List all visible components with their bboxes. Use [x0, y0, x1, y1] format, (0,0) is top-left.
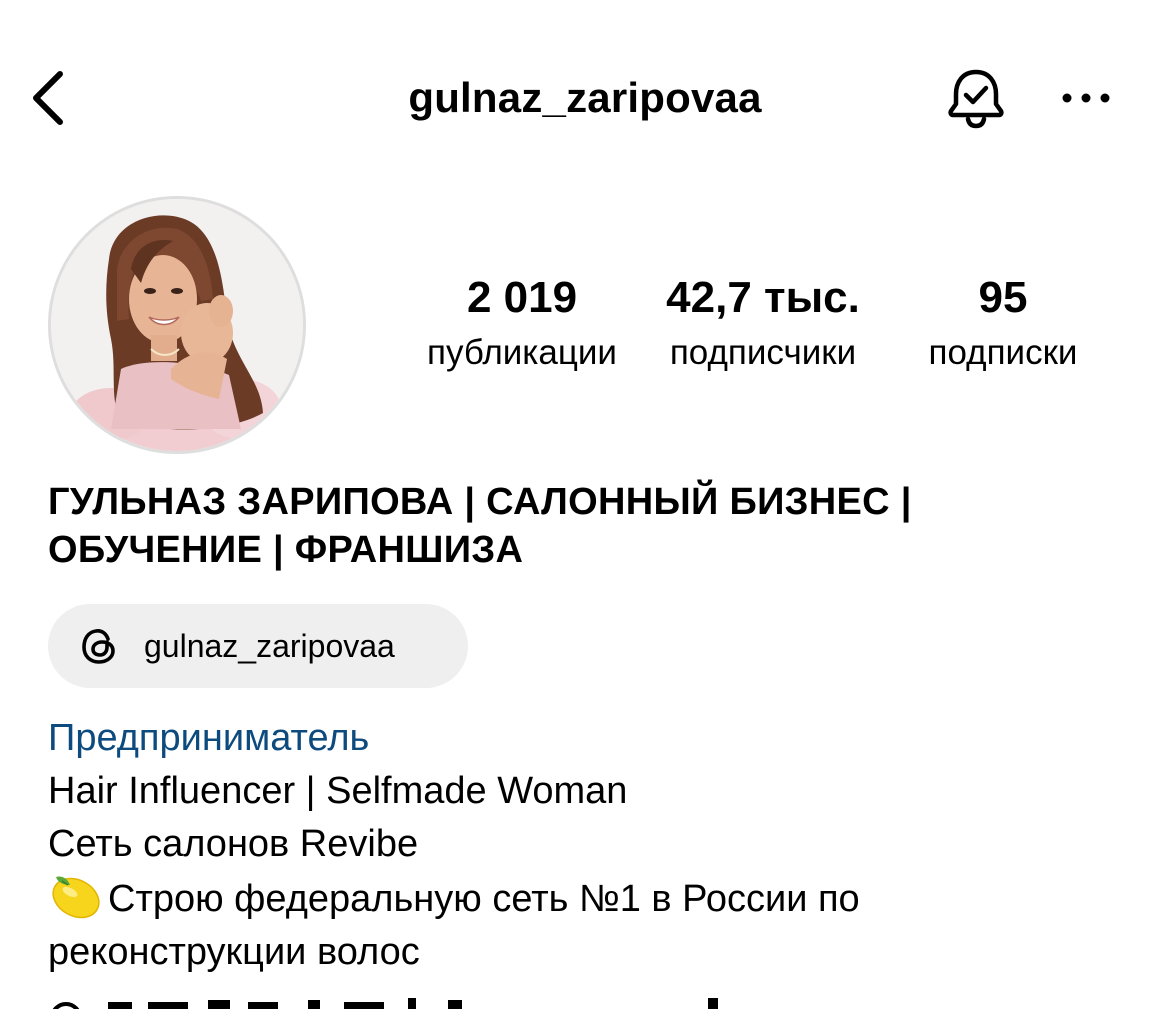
bio-line: реконструкции волос [48, 931, 420, 973]
profile-bio: Предприниматель Hair Influencer | Selfma… [48, 712, 1128, 979]
threads-link-button[interactable]: gulnaz_zaripovaa [48, 604, 468, 688]
threads-icon [78, 625, 120, 667]
bio-line-text: Строю федеральную сеть №1 в России по [108, 878, 860, 920]
more-horizontal-icon [1062, 93, 1110, 103]
notifications-button[interactable] [938, 62, 1014, 134]
page-title: gulnaz_zaripovaa [408, 74, 762, 121]
bio-line-with-emoji: Строю федеральную сеть №1 в России по [48, 871, 1128, 926]
following-label: подписки [928, 333, 1078, 372]
bio-line: Hair Influencer | Selfmade Woman [48, 770, 628, 812]
followers-count: 42,7 тыс. [666, 273, 860, 322]
following-count: 95 [978, 273, 1028, 322]
bio-next-line-cut [48, 990, 748, 1009]
posts-stat[interactable]: 2 019 публикации [404, 270, 640, 378]
bell-check-icon [948, 69, 1004, 129]
profile-full-name: ГУЛЬНАЗ ЗАРИПОВА | САЛОННЫЙ БИЗНЕС | ОБУ… [48, 481, 912, 571]
back-button[interactable] [22, 64, 74, 132]
threads-handle: gulnaz_zaripovaa [144, 628, 395, 664]
posts-label: публикации [427, 333, 617, 372]
chevron-left-icon [33, 71, 63, 125]
followers-label: подписчики [669, 333, 857, 372]
avatar-photo [51, 199, 303, 451]
category-link[interactable]: Предприниматель [48, 712, 1128, 765]
followers-stat[interactable]: 42,7 тыс. подписчики [648, 270, 878, 378]
following-stat[interactable]: 95 подписки [896, 270, 1110, 378]
posts-count: 2 019 [466, 273, 578, 322]
lemon-emoji-icon [48, 871, 104, 921]
bio-line: Сеть салонов Revibe [48, 823, 419, 865]
profile-avatar[interactable] [48, 196, 306, 454]
more-options-button[interactable] [1056, 78, 1116, 118]
